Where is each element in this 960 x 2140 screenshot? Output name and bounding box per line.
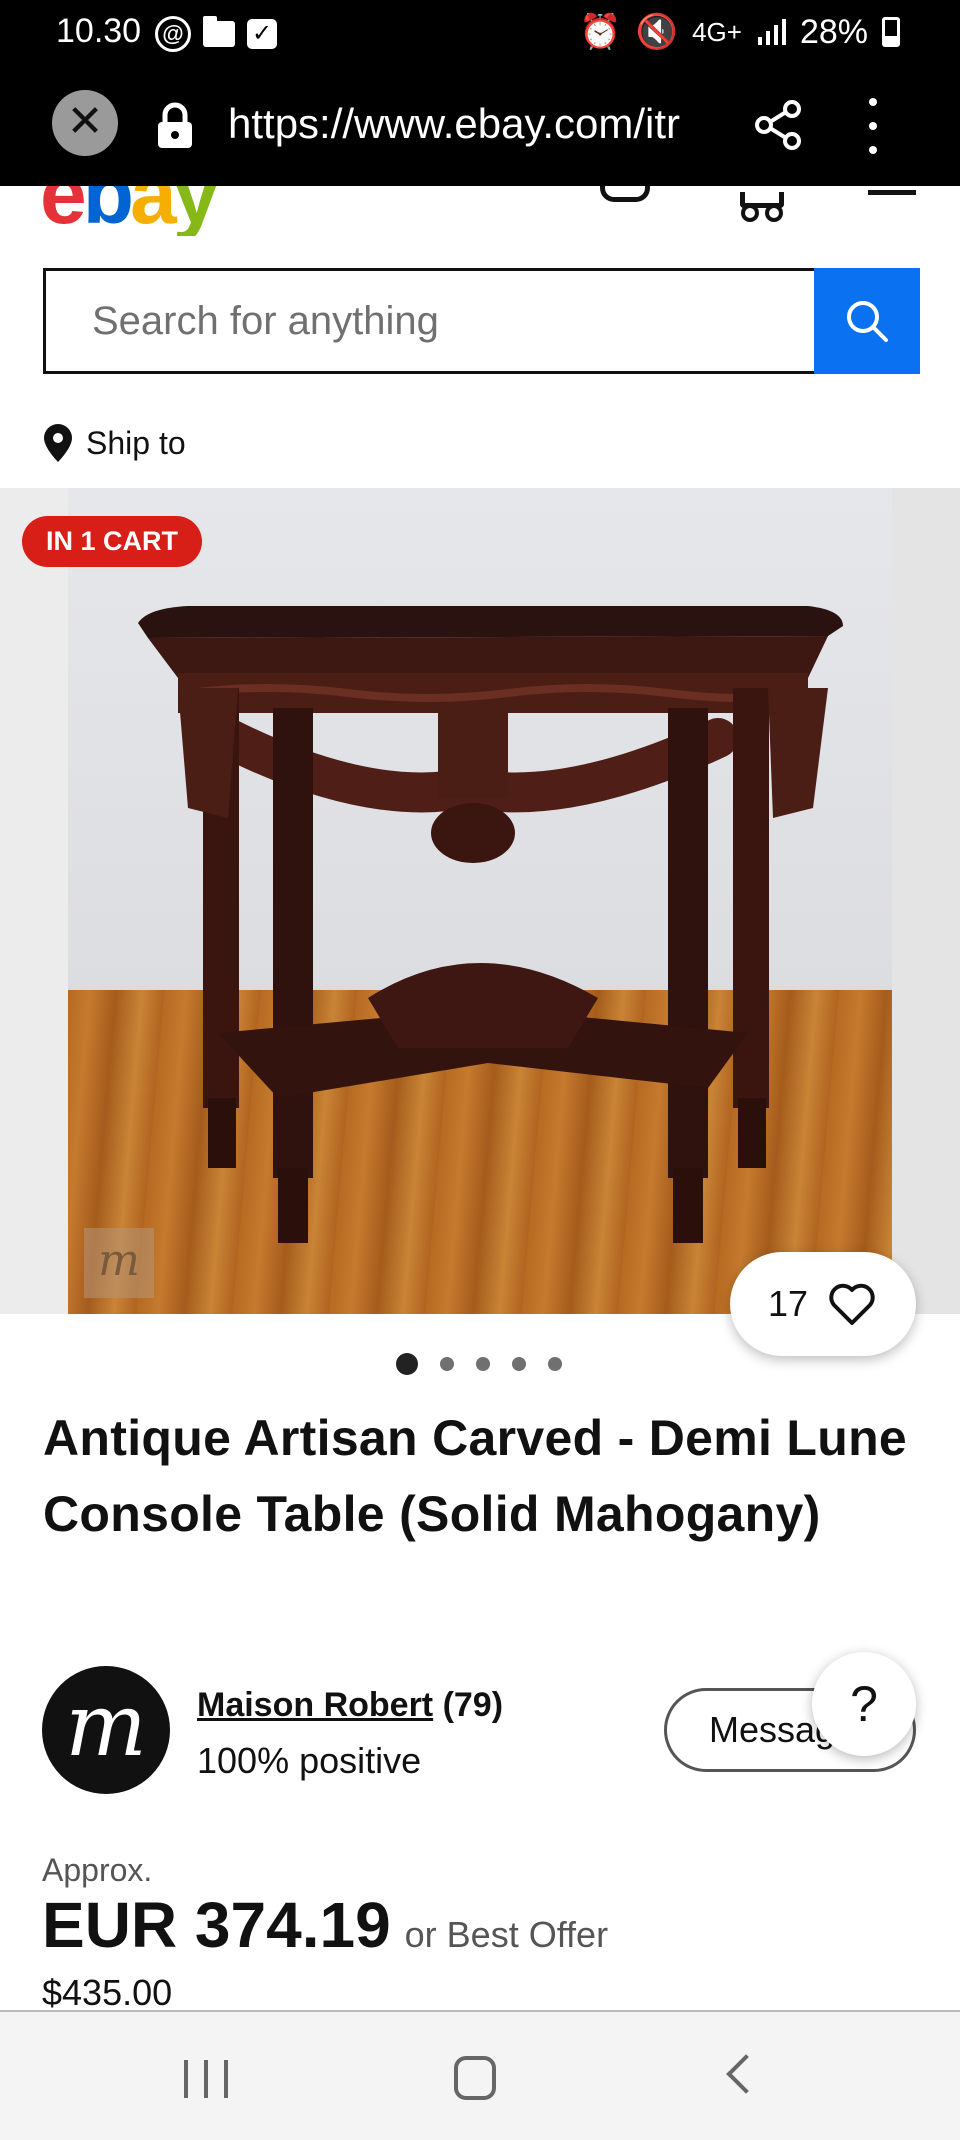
user-icon[interactable] <box>600 186 650 202</box>
pagination-dot[interactable] <box>440 1357 454 1371</box>
search-button[interactable] <box>814 268 920 374</box>
recent-apps-icon[interactable] <box>184 2060 228 2098</box>
pagination-dot[interactable] <box>512 1357 526 1371</box>
url-text[interactable]: https://www.ebay.com/itr <box>228 100 728 148</box>
at-sign-icon: @ <box>155 16 191 52</box>
watch-count: 17 <box>767 1283 809 1324</box>
price-line: EUR 374.19 or Best Offer <box>42 1888 608 1962</box>
seller-info: Maison Robert (79) <box>197 1686 503 1725</box>
in-cart-badge: IN 1 CART <box>22 516 203 567</box>
status-left-icons: @ ✓ <box>155 16 277 52</box>
next-image-peek[interactable] <box>892 488 960 1314</box>
cart-icon[interactable] <box>740 192 784 222</box>
mute-icon: 🔇 <box>635 13 679 51</box>
pagination-dot[interactable] <box>396 1353 418 1375</box>
seller-positive-rating: 100% positive <box>197 1740 422 1781</box>
site-header: ebay <box>0 186 960 236</box>
close-icon[interactable]: ✕ <box>52 90 118 156</box>
search-icon <box>847 301 888 342</box>
seller-feedback-count: (79) <box>442 1686 504 1724</box>
home-icon[interactable] <box>454 2056 496 2100</box>
image-gallery[interactable]: IN 1 CART m <box>0 488 960 1314</box>
status-bar: 10.30 @ ✓ ⏰ 🔇 4G+ 28% <box>0 0 960 64</box>
item-title: Antique Artisan Carved - Demi Lune Conso… <box>43 1410 908 1542</box>
seller-avatar[interactable]: m <box>42 1666 170 1794</box>
ship-to[interactable]: Ship to <box>42 422 186 464</box>
seller-name-link[interactable]: Maison Robert <box>197 1686 433 1724</box>
original-price: $435.00 <box>42 1972 173 2013</box>
checkbox-icon: ✓ <box>247 19 277 49</box>
help-button[interactable]: ? <box>812 1652 916 1756</box>
ship-to-label: Ship to <box>86 424 186 461</box>
share-icon[interactable] <box>754 100 802 150</box>
folder-icon <box>203 16 235 47</box>
browser-url-bar: ✕ https://www.ebay.com/itr <box>0 64 960 186</box>
ebay-logo[interactable]: ebay <box>40 186 219 236</box>
menu-icon[interactable] <box>868 190 916 195</box>
lock-icon <box>158 102 192 148</box>
status-right-icons: ⏰ 🔇 4G+ 28% <box>579 12 900 52</box>
image-pagination <box>396 1353 562 1375</box>
battery-percent: 28% <box>799 12 868 51</box>
system-nav-bar <box>0 2010 960 2140</box>
alarm-icon: ⏰ <box>579 13 622 51</box>
heart-icon <box>829 1283 875 1325</box>
more-icon[interactable] <box>858 98 888 154</box>
battery-icon <box>882 17 900 47</box>
search-bar: Search for anything <box>43 268 920 374</box>
seller-watermark: m <box>84 1228 154 1298</box>
signal-icon <box>757 19 786 45</box>
search-input[interactable]: Search for anything <box>43 268 814 374</box>
best-offer-label: or Best Offer <box>404 1914 609 1955</box>
item-price: EUR 374.19 <box>42 1889 391 1961</box>
product-image[interactable] <box>68 488 892 1314</box>
location-pin-icon <box>44 424 72 462</box>
status-time: 10.30 <box>56 12 142 50</box>
pagination-dot[interactable] <box>548 1357 562 1371</box>
watch-button[interactable]: 17 <box>730 1252 916 1356</box>
console-table-illustration <box>138 606 843 1243</box>
network-type: 4G+ <box>692 16 742 47</box>
back-icon[interactable] <box>726 2054 766 2094</box>
pagination-dot[interactable] <box>476 1357 490 1371</box>
approx-label: Approx. <box>42 1852 153 1888</box>
